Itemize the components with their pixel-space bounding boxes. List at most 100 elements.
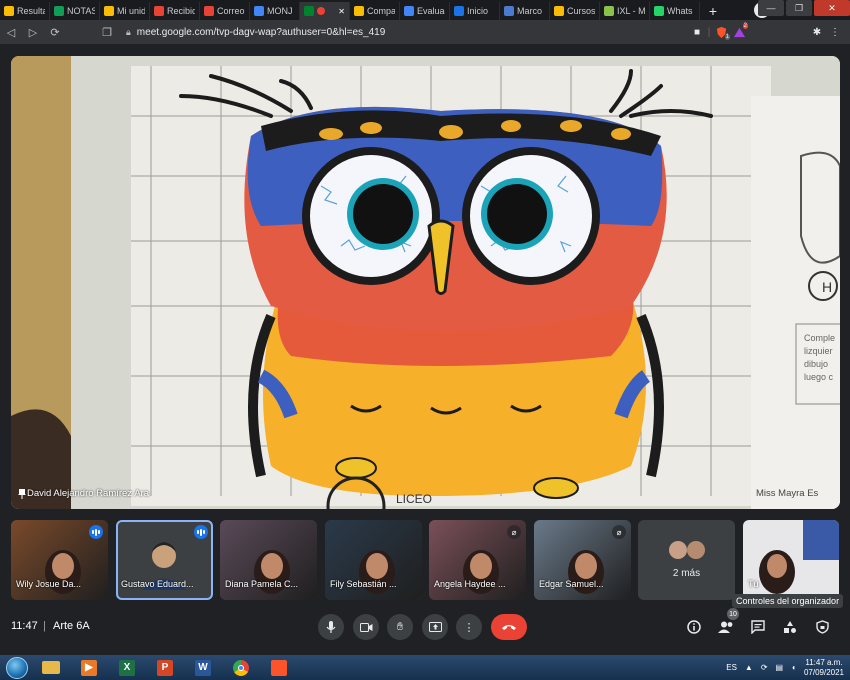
participants-button[interactable] <box>716 617 736 637</box>
maximize-button[interactable]: ❐ <box>786 0 812 16</box>
browser-tab[interactable]: Inicio <box>450 2 500 20</box>
meeting-controls-bar: 11:47 | Arte 6A ✋︎ ⋮ 10 <box>0 608 850 648</box>
organizer-controls-tooltip: Controles del organizador <box>732 594 844 608</box>
leave-call-button[interactable] <box>491 614 527 640</box>
address-bar[interactable]: 🔒︎ meet.google.com/tvp-dagv-wap?authuser… <box>122 22 684 42</box>
browser-tab-label: Cursos <box>567 6 595 16</box>
contact-icon <box>254 6 264 16</box>
close-window-button[interactable]: ✕ <box>814 0 850 16</box>
taskbar-powerpoint-button[interactable]: P <box>150 657 180 679</box>
taskbar-excel-button[interactable]: X <box>112 657 142 679</box>
brave-shield-icon[interactable]: 1 <box>712 23 730 41</box>
participant-tile[interactable]: Edgar Samuel... ⌀ <box>534 520 631 600</box>
browser-tab-label: Correo <box>217 6 245 16</box>
taskbar-explorer-button[interactable] <box>36 657 66 679</box>
bookmark-icon[interactable]: ❐ <box>96 21 118 43</box>
participant-name: Edgar Samuel... <box>539 579 604 589</box>
taskbar-chrome-button[interactable] <box>226 657 256 679</box>
browser-tab[interactable]: Compa <box>350 2 400 20</box>
main-video-tile[interactable]: H Comple lizquier dibujo luego c LICEO M… <box>11 56 840 509</box>
camera-button[interactable] <box>353 614 379 640</box>
browser-tab[interactable]: Recibid <box>150 2 200 20</box>
hangup-icon <box>502 625 516 630</box>
taskbar-time: 11:47 a.m. <box>805 657 843 667</box>
reload-icon[interactable]: ⟳ <box>44 21 66 43</box>
activities-button[interactable] <box>780 617 800 637</box>
more-options-button[interactable]: ⋮ <box>456 614 482 640</box>
self-view-tile[interactable]: Tú <box>743 520 839 600</box>
drawing-side-text: luego c <box>804 372 834 382</box>
browser-tab[interactable]: Resulta <box>0 2 50 20</box>
participant-tile[interactable]: Wily Josue Da... <box>11 520 108 600</box>
tray-sync-icon[interactable]: ⟳ <box>761 663 768 672</box>
classroom-icon <box>454 6 464 16</box>
raise-hand-button[interactable]: ✋︎ <box>387 614 413 640</box>
browser-tab[interactable]: ✕ <box>300 2 350 20</box>
browser-tab[interactable]: NOTAS <box>50 2 100 20</box>
browser-tab[interactable]: Cursos <box>550 2 600 20</box>
minimize-button[interactable]: — <box>758 0 784 16</box>
meeting-details-button[interactable] <box>684 617 704 637</box>
browser-tab-label: Resulta <box>17 6 45 16</box>
drive-icon <box>554 6 564 16</box>
taskbar-clock[interactable]: 11:47 a.m. 07/09/2021 <box>804 658 844 678</box>
present-screen-button[interactable] <box>422 614 448 640</box>
gmail-icon <box>204 6 214 16</box>
puzzle-icon[interactable]: ✱ <box>808 23 826 41</box>
browser-tab-label: Evaluac <box>417 6 445 16</box>
participant-name: Angela Haydee ... <box>434 579 506 589</box>
new-tab-button[interactable]: + <box>704 2 722 20</box>
recording-dot-icon <box>317 7 325 15</box>
more-participants-tile[interactable]: 2 más <box>638 520 735 600</box>
taskbar-brave-button[interactable] <box>264 657 294 679</box>
chrome-icon <box>233 659 249 676</box>
brave-rewards-icon[interactable]: 2 <box>730 23 748 41</box>
browser-tab[interactable]: MONJ <box>250 2 300 20</box>
window-controls: — ❐ ✕ <box>758 0 850 18</box>
camera-indicator-icon[interactable]: ■ <box>688 23 706 41</box>
crest-icon <box>504 6 514 16</box>
more-participants-label: 2 más <box>672 568 701 579</box>
self-label: Tú <box>748 579 759 589</box>
browser-tab[interactable]: Whats <box>650 2 700 20</box>
browser-tab-label: IXL - M <box>617 6 645 16</box>
meet-icon <box>304 6 314 16</box>
participant-tile[interactable]: Diana Pamela C... <box>220 520 317 600</box>
forward-icon[interactable]: ▷ <box>22 21 44 43</box>
host-controls-button[interactable] <box>812 617 832 637</box>
browser-tab[interactable]: Mi unid <box>100 2 150 20</box>
excel-icon: X <box>119 659 135 676</box>
microphone-button[interactable] <box>318 614 344 640</box>
more-avatars <box>669 541 705 559</box>
chat-button[interactable] <box>748 617 768 637</box>
browser-tab[interactable]: Marco <box>500 2 550 20</box>
browser-tab-label: Mi unid <box>117 6 145 16</box>
tray-volume-icon[interactable]: ◖ <box>791 663 796 672</box>
start-button[interactable] <box>6 656 28 679</box>
tray-network-icon[interactable]: ▤ <box>776 663 784 672</box>
participant-tile[interactable]: Angela Haydee ... ⌀ <box>429 520 526 600</box>
language-indicator[interactable]: ES <box>726 663 737 672</box>
tray-up-arrow-icon[interactable]: ▲ <box>745 663 753 672</box>
back-icon[interactable]: ◁ <box>0 21 22 43</box>
time-separator: | <box>43 620 46 632</box>
browser-tab[interactable]: Correo <box>200 2 250 20</box>
participants-count-badge: 10 <box>727 608 739 620</box>
powerpoint-icon: P <box>157 659 173 676</box>
menu-icon[interactable]: ⋮ <box>826 23 844 41</box>
participant-tile[interactable]: Gustavo Eduard... <box>116 520 213 600</box>
browser-toolbar: ◁ ▷ ⟳ ❐ 🔒︎ meet.google.com/tvp-dagv-wap?… <box>0 20 850 44</box>
browser-tab[interactable]: IXL - M <box>600 2 650 20</box>
close-tab-icon[interactable]: ✕ <box>338 7 345 16</box>
browser-tab-label: Whats <box>667 6 693 16</box>
browser-tab[interactable]: Evaluac <box>400 2 450 20</box>
main-speaker-label: David Alejandro Ramírez Ara <box>17 488 149 499</box>
browser-tab-label: MONJ <box>267 6 293 16</box>
google-icon <box>404 6 414 16</box>
taskbar-media-button[interactable]: ▶ <box>74 657 104 679</box>
more-vert-icon: ⋮ <box>463 621 475 634</box>
participant-name: Diana Pamela C... <box>225 579 299 589</box>
taskbar-word-button[interactable]: W <box>188 657 218 679</box>
participant-tile[interactable]: Fily Sebastián ... <box>325 520 422 600</box>
drawing-side-text: Comple <box>804 333 835 343</box>
